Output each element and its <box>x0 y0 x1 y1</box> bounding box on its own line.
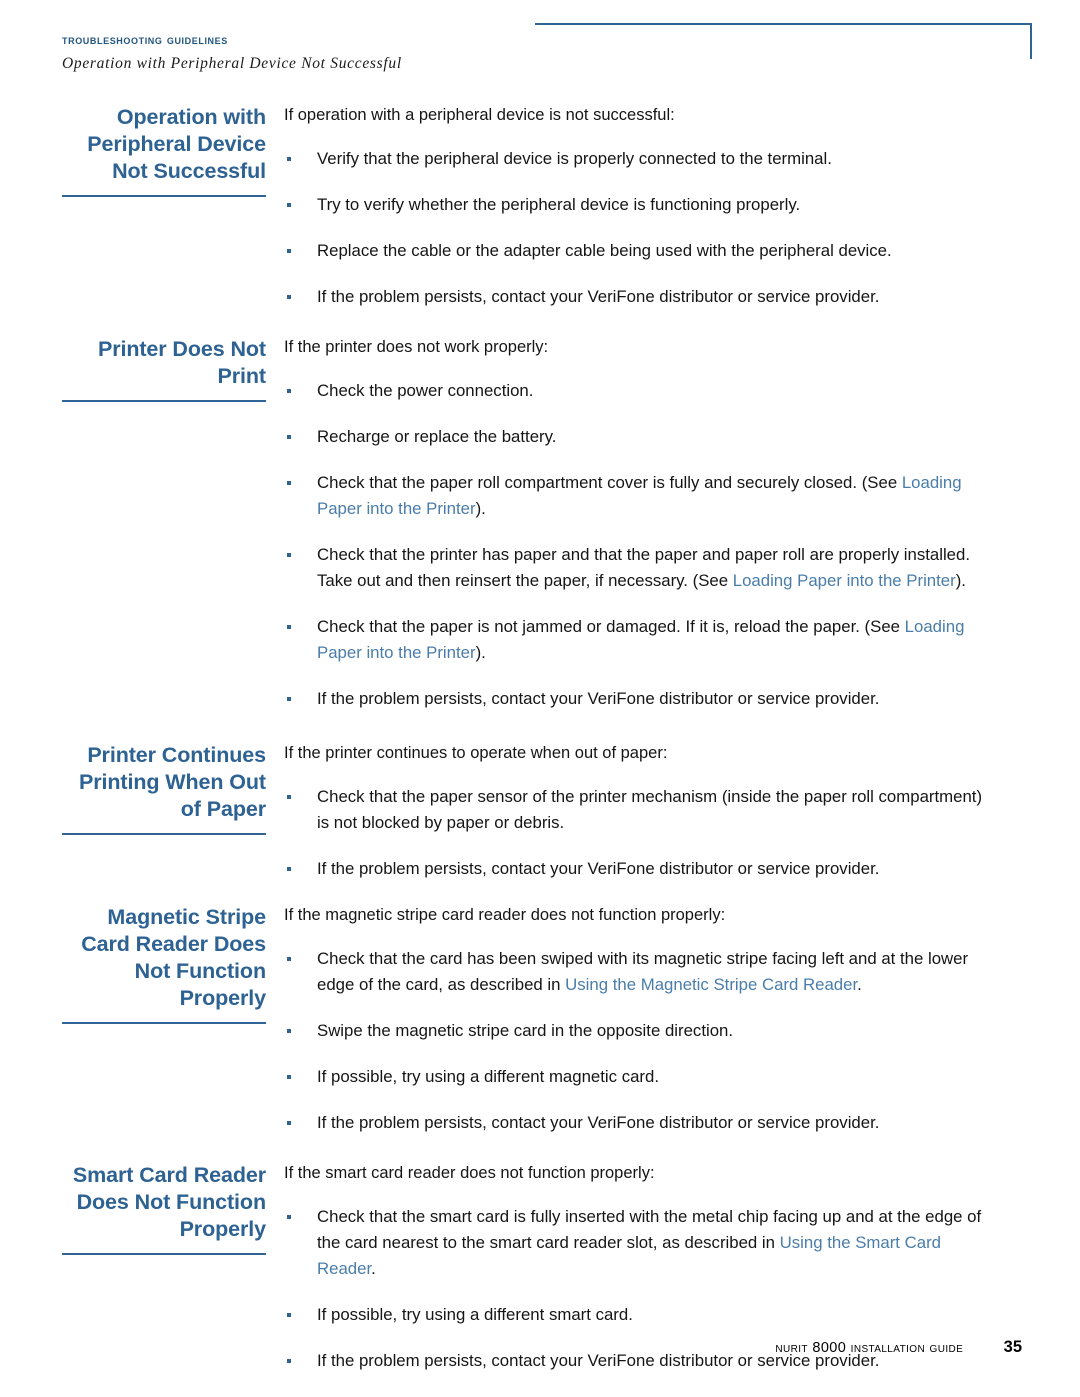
troubleshooting-section: Magnetic Stripe Card Reader Does Not Fun… <box>0 904 1080 1136</box>
bullet-text: ). <box>475 643 486 662</box>
section-heading-column: Printer Does Not Print <box>60 336 266 402</box>
bullet-text: Verify that the peripheral device is pro… <box>317 149 832 168</box>
section-heading-rule <box>62 1022 266 1024</box>
page-footer: NURIT 8000 Installation Guide 35 <box>0 1338 1080 1357</box>
running-header: Troubleshooting Guidelines Operation wit… <box>62 32 662 73</box>
bullet-item: If the problem persists, contact your Ve… <box>284 284 992 310</box>
bullet-item: Check the power connection. <box>284 378 992 404</box>
section-body-column: If the printer continues to operate when… <box>266 742 1080 882</box>
bullet-item: Check that the card has been swiped with… <box>284 946 992 998</box>
bullet-text: If possible, try using a different smart… <box>317 1305 633 1324</box>
section-heading-rule <box>62 833 266 835</box>
bullet-item: If possible, try using a different smart… <box>284 1302 992 1328</box>
bullet-text: If the problem persists, contact your Ve… <box>317 859 880 878</box>
bullet-text: If the problem persists, contact your Ve… <box>317 1113 880 1132</box>
running-header-title: Troubleshooting Guidelines <box>62 32 228 47</box>
running-header-subtitle: Operation with Peripheral Device Not Suc… <box>62 54 402 72</box>
section-heading-column: Smart Card Reader Does Not Function Prop… <box>60 1162 266 1255</box>
section-heading-column: Printer Continues Printing When Out of P… <box>60 742 266 835</box>
bullet-text: . <box>371 1259 376 1278</box>
bullet-item: Check that the printer has paper and tha… <box>284 542 992 594</box>
footer-guide-title: NURIT 8000 Installation Guide <box>775 1340 964 1356</box>
bullet-text: Swipe the magnetic stripe card in the op… <box>317 1021 734 1040</box>
bullet-item: Check that the paper sensor of the print… <box>284 784 992 836</box>
section-heading: Operation with Peripheral Device Not Suc… <box>87 105 266 183</box>
section-heading-rule <box>62 1253 266 1255</box>
bullet-text: If possible, try using a different magne… <box>317 1067 660 1086</box>
section-intro-text: If the printer does not work properly: <box>284 338 549 356</box>
bullet-text: Replace the cable or the adapter cable b… <box>317 241 892 260</box>
bullet-text: ). <box>955 571 966 590</box>
section-intro-text: If the printer continues to operate when… <box>284 744 668 762</box>
troubleshooting-section: Printer Continues Printing When Out of P… <box>0 742 1080 882</box>
bullet-text: ). <box>475 499 486 518</box>
page-content: Operation with Peripheral Device Not Suc… <box>0 104 1080 1374</box>
section-bullet-list: Check that the card has been swiped with… <box>284 946 992 1136</box>
bullet-text: Check the power connection. <box>317 381 534 400</box>
bullet-item: Try to verify whether the peripheral dev… <box>284 192 992 218</box>
bullet-item: Replace the cable or the adapter cable b… <box>284 238 992 264</box>
section-heading-column: Operation with Peripheral Device Not Suc… <box>60 104 266 197</box>
bullet-item: If the problem persists, contact your Ve… <box>284 856 992 882</box>
section-bullet-list: Verify that the peripheral device is pro… <box>284 146 992 310</box>
section-bullet-list: Check that the paper sensor of the print… <box>284 784 992 882</box>
troubleshooting-section: Printer Does Not Print If the printer doe… <box>0 336 1080 712</box>
bullet-text: Check that the paper is not jammed or da… <box>317 617 905 636</box>
section-heading-column: Magnetic Stripe Card Reader Does Not Fun… <box>60 904 266 1024</box>
cross-reference-link[interactable]: Loading Paper into the Printer <box>733 571 956 590</box>
section-heading-rule <box>62 400 266 402</box>
section-heading: Printer Continues Printing When Out of P… <box>79 743 266 821</box>
section-body-column: If the magnetic stripe card reader does … <box>266 904 1080 1136</box>
section-heading-rule <box>62 195 266 197</box>
bullet-text: Try to verify whether the peripheral dev… <box>317 195 801 214</box>
section-bullet-list: Check the power connection. Recharge or r… <box>284 378 992 712</box>
section-heading: Printer Does Not Print <box>97 337 266 388</box>
bullet-item: Recharge or replace the battery. <box>284 424 992 450</box>
cross-reference-link[interactable]: Using the Magnetic Stripe Card Reader <box>565 975 857 994</box>
bullet-item: Check that the paper roll compartment co… <box>284 470 992 522</box>
section-intro-text: If the magnetic stripe card reader does … <box>284 906 726 924</box>
section-body-column: If the printer does not work properly: Ch… <box>266 336 1080 712</box>
bullet-item: Check that the paper is not jammed or da… <box>284 614 992 666</box>
bullet-item: If possible, try using a different magne… <box>284 1064 992 1090</box>
section-intro-text: If the smart card reader does not functi… <box>284 1164 655 1182</box>
section-heading: Smart Card Reader Does Not Function Prop… <box>72 1163 266 1241</box>
bullet-item: Verify that the peripheral device is pro… <box>284 146 992 172</box>
bullet-item: If the problem persists, contact your Ve… <box>284 686 992 712</box>
troubleshooting-section: Operation with Peripheral Device Not Suc… <box>0 104 1080 310</box>
section-intro-text: If operation with a peripheral device is… <box>284 106 675 124</box>
bullet-text: Check that the paper roll compartment co… <box>317 473 902 492</box>
footer-page-number: 35 <box>1003 1338 1022 1356</box>
bullet-text: If the problem persists, contact your Ve… <box>317 287 880 306</box>
bullet-text: Recharge or replace the battery. <box>317 427 557 446</box>
bullet-item: Check that the smart card is fully inser… <box>284 1204 992 1282</box>
section-body-column: If operation with a peripheral device is… <box>266 104 1080 310</box>
section-heading: Magnetic Stripe Card Reader Does Not Fun… <box>81 905 266 1010</box>
bullet-item: If the problem persists, contact your Ve… <box>284 1110 992 1136</box>
sections-container: Operation with Peripheral Device Not Suc… <box>0 104 1080 1374</box>
bullet-text: . <box>857 975 862 994</box>
bullet-text: If the problem persists, contact your Ve… <box>317 689 880 708</box>
bullet-text: Check that the paper sensor of the print… <box>317 787 983 832</box>
bullet-item: Swipe the magnetic stripe card in the op… <box>284 1018 992 1044</box>
